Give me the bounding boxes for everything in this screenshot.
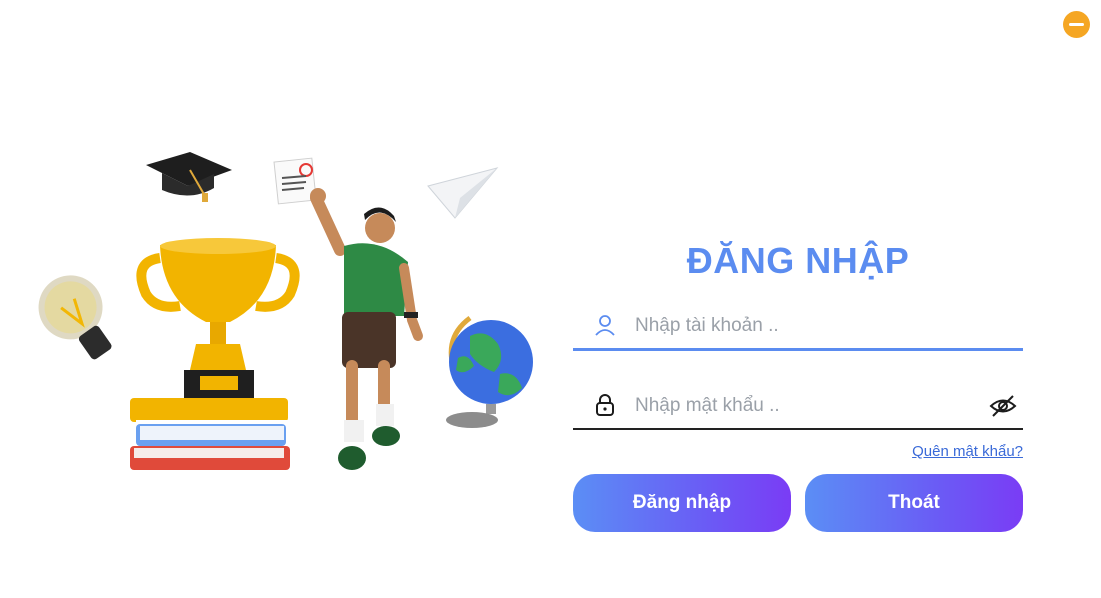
test-paper-icon bbox=[273, 157, 317, 205]
minimize-icon[interactable] bbox=[1063, 11, 1090, 38]
eye-slash-icon[interactable] bbox=[989, 393, 1017, 419]
light-bulb-icon bbox=[38, 275, 112, 360]
password-field bbox=[573, 384, 1023, 430]
forgot-password-link[interactable]: Quên mật khẩu? bbox=[912, 443, 1023, 460]
user-icon bbox=[595, 315, 615, 336]
lock-icon bbox=[596, 394, 614, 416]
education-illustration bbox=[38, 152, 533, 470]
student-figure bbox=[310, 188, 423, 470]
username-field bbox=[573, 304, 1023, 351]
username-input[interactable] bbox=[633, 310, 977, 342]
trophy-icon bbox=[136, 238, 300, 398]
graduation-cap-icon bbox=[146, 152, 232, 202]
page-title: ĐĂNG NHẬP bbox=[686, 240, 910, 281]
globe-icon bbox=[446, 315, 533, 428]
login-button[interactable]: Đăng nhập bbox=[573, 474, 791, 532]
exit-button[interactable]: Thoát bbox=[805, 474, 1023, 532]
books-stack-icon bbox=[130, 398, 290, 470]
paper-plane-icon bbox=[427, 167, 499, 219]
password-input[interactable] bbox=[633, 390, 977, 422]
